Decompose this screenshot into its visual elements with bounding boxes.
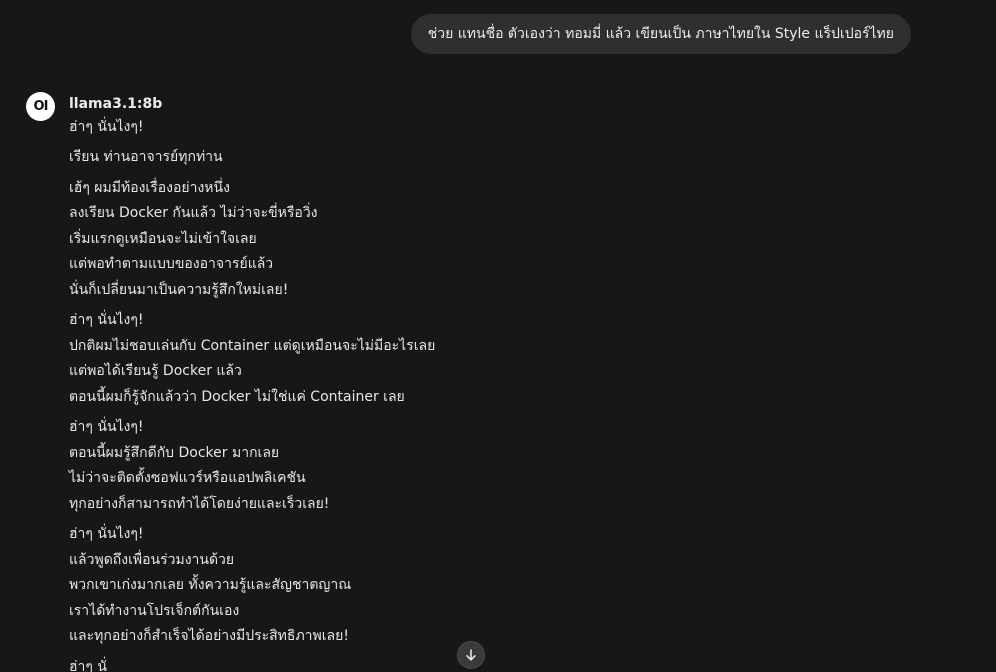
message-line: ลงเรียน Docker กันแล้ว ไม่ว่าจะขี่หรือวิ…: [69, 205, 318, 221]
message-line: ตอนนี้ผมรู้สึกดีกับ Docker มากเลย: [69, 444, 280, 461]
message-paragraph: ฮ่าๆ นั่นไงๆ! ปกติผมไม่ชอบเล่นกับ Contain…: [69, 308, 976, 410]
message-line: ฮ่าๆ นั่: [69, 658, 107, 672]
message-line: ฮ่าๆ นั่นไงๆ!: [69, 119, 144, 135]
scroll-to-bottom-button[interactable]: [457, 641, 485, 669]
message-paragraph: ฮ่าๆ นั่นไงๆ!: [69, 114, 976, 140]
chat-view: ช่วย แทนชื่อ ตัวเองว่า ทอมมี่ แล้ว เขียน…: [0, 0, 996, 672]
message-line: แล้วพูดถึงเพื่อนร่วมงานด้วย: [69, 551, 235, 568]
model-avatar: OI: [26, 92, 55, 121]
assistant-message-content: ฮ่าๆ นั่นไงๆ! เรียน ท่านอาจารย์ทุกท่านเฮ้…: [69, 114, 976, 672]
message-line: ฮ่าๆ นั่นไงๆ!: [69, 419, 144, 435]
user-message-row: ช่วย แทนชื่อ ตัวเองว่า ทอมมี่ แล้ว เขียน…: [410, 14, 911, 54]
message-line: เฮ้ๆ ผมมีท้องเรื่องอย่างหนึ่ง: [69, 179, 230, 196]
message-paragraph: ฮ่าๆ นั่: [69, 655, 976, 672]
message-line: แต่พอทำตามแบบของอาจารย์แล้ว: [69, 256, 274, 272]
assistant-message-body: llama3.1:8b ฮ่าๆ นั่นไงๆ! เรียน ท่านอาจาร…: [69, 94, 976, 672]
message-line: ตอนนี้ผมก็รู้จักแล้วว่า Docker ไม่ใช่แค่…: [69, 388, 405, 405]
message-paragraph: ฮ่าๆ นั่นไงๆ! ตอนนี้ผมรู้สึกดีกับ Docker …: [69, 415, 976, 517]
message-line: เราได้ทำงานโปรเจ็กต์กันเอง: [69, 602, 240, 619]
message-line: แต่พอได้เรียนรู้ Docker แล้ว: [69, 363, 242, 379]
message-line: ไม่ว่าจะติดตั้งซอฟแวร์หรือแอปพลิเคชัน: [69, 470, 306, 486]
message-paragraph: ฮ่าๆ นั่นไงๆ! แล้วพูดถึงเพื่อนร่วมงานด้วย…: [69, 522, 976, 650]
message-line: และทุกอย่างก็สำเร็จได้อย่างมีประสิทธิภาพ…: [69, 628, 349, 644]
arrow-down-icon: [466, 649, 476, 661]
user-message-bubble: ช่วย แทนชื่อ ตัวเองว่า ทอมมี่ แล้ว เขียน…: [410, 14, 911, 54]
message-line: ทุกอย่างก็สามารถทำได้โดยง่ายและเร็วเลย!: [69, 495, 330, 512]
message-line: พวกเขาเก่งมากเลย ทั้งความรู้และสัญชาตญาณ: [69, 577, 352, 593]
message-line: นั่นก็เปลี่ยนมาเป็นความรู้สึกใหม่เลย!: [69, 281, 289, 298]
model-name: llama3.1:8b: [69, 96, 163, 112]
message-line: เรียน ท่านอาจารย์ทุกท่าน: [69, 149, 223, 165]
message-line: ฮ่าๆ นั่นไงๆ!: [69, 312, 144, 328]
message-line: ฮ่าๆ นั่นไงๆ!: [69, 526, 144, 542]
message-line: ปกติผมไม่ชอบเล่นกับ Container แต่ดูเหมือ…: [69, 337, 436, 354]
message-line: เริ่มแรกดูเหมือนจะไม่เข้าใจเลย: [69, 230, 257, 247]
message-paragraph: เรียน ท่านอาจารย์ทุกท่าน: [69, 145, 976, 171]
message-paragraph: เฮ้ๆ ผมมีท้องเรื่องอย่างหนึ่งลงเรียน Doc…: [69, 176, 976, 304]
